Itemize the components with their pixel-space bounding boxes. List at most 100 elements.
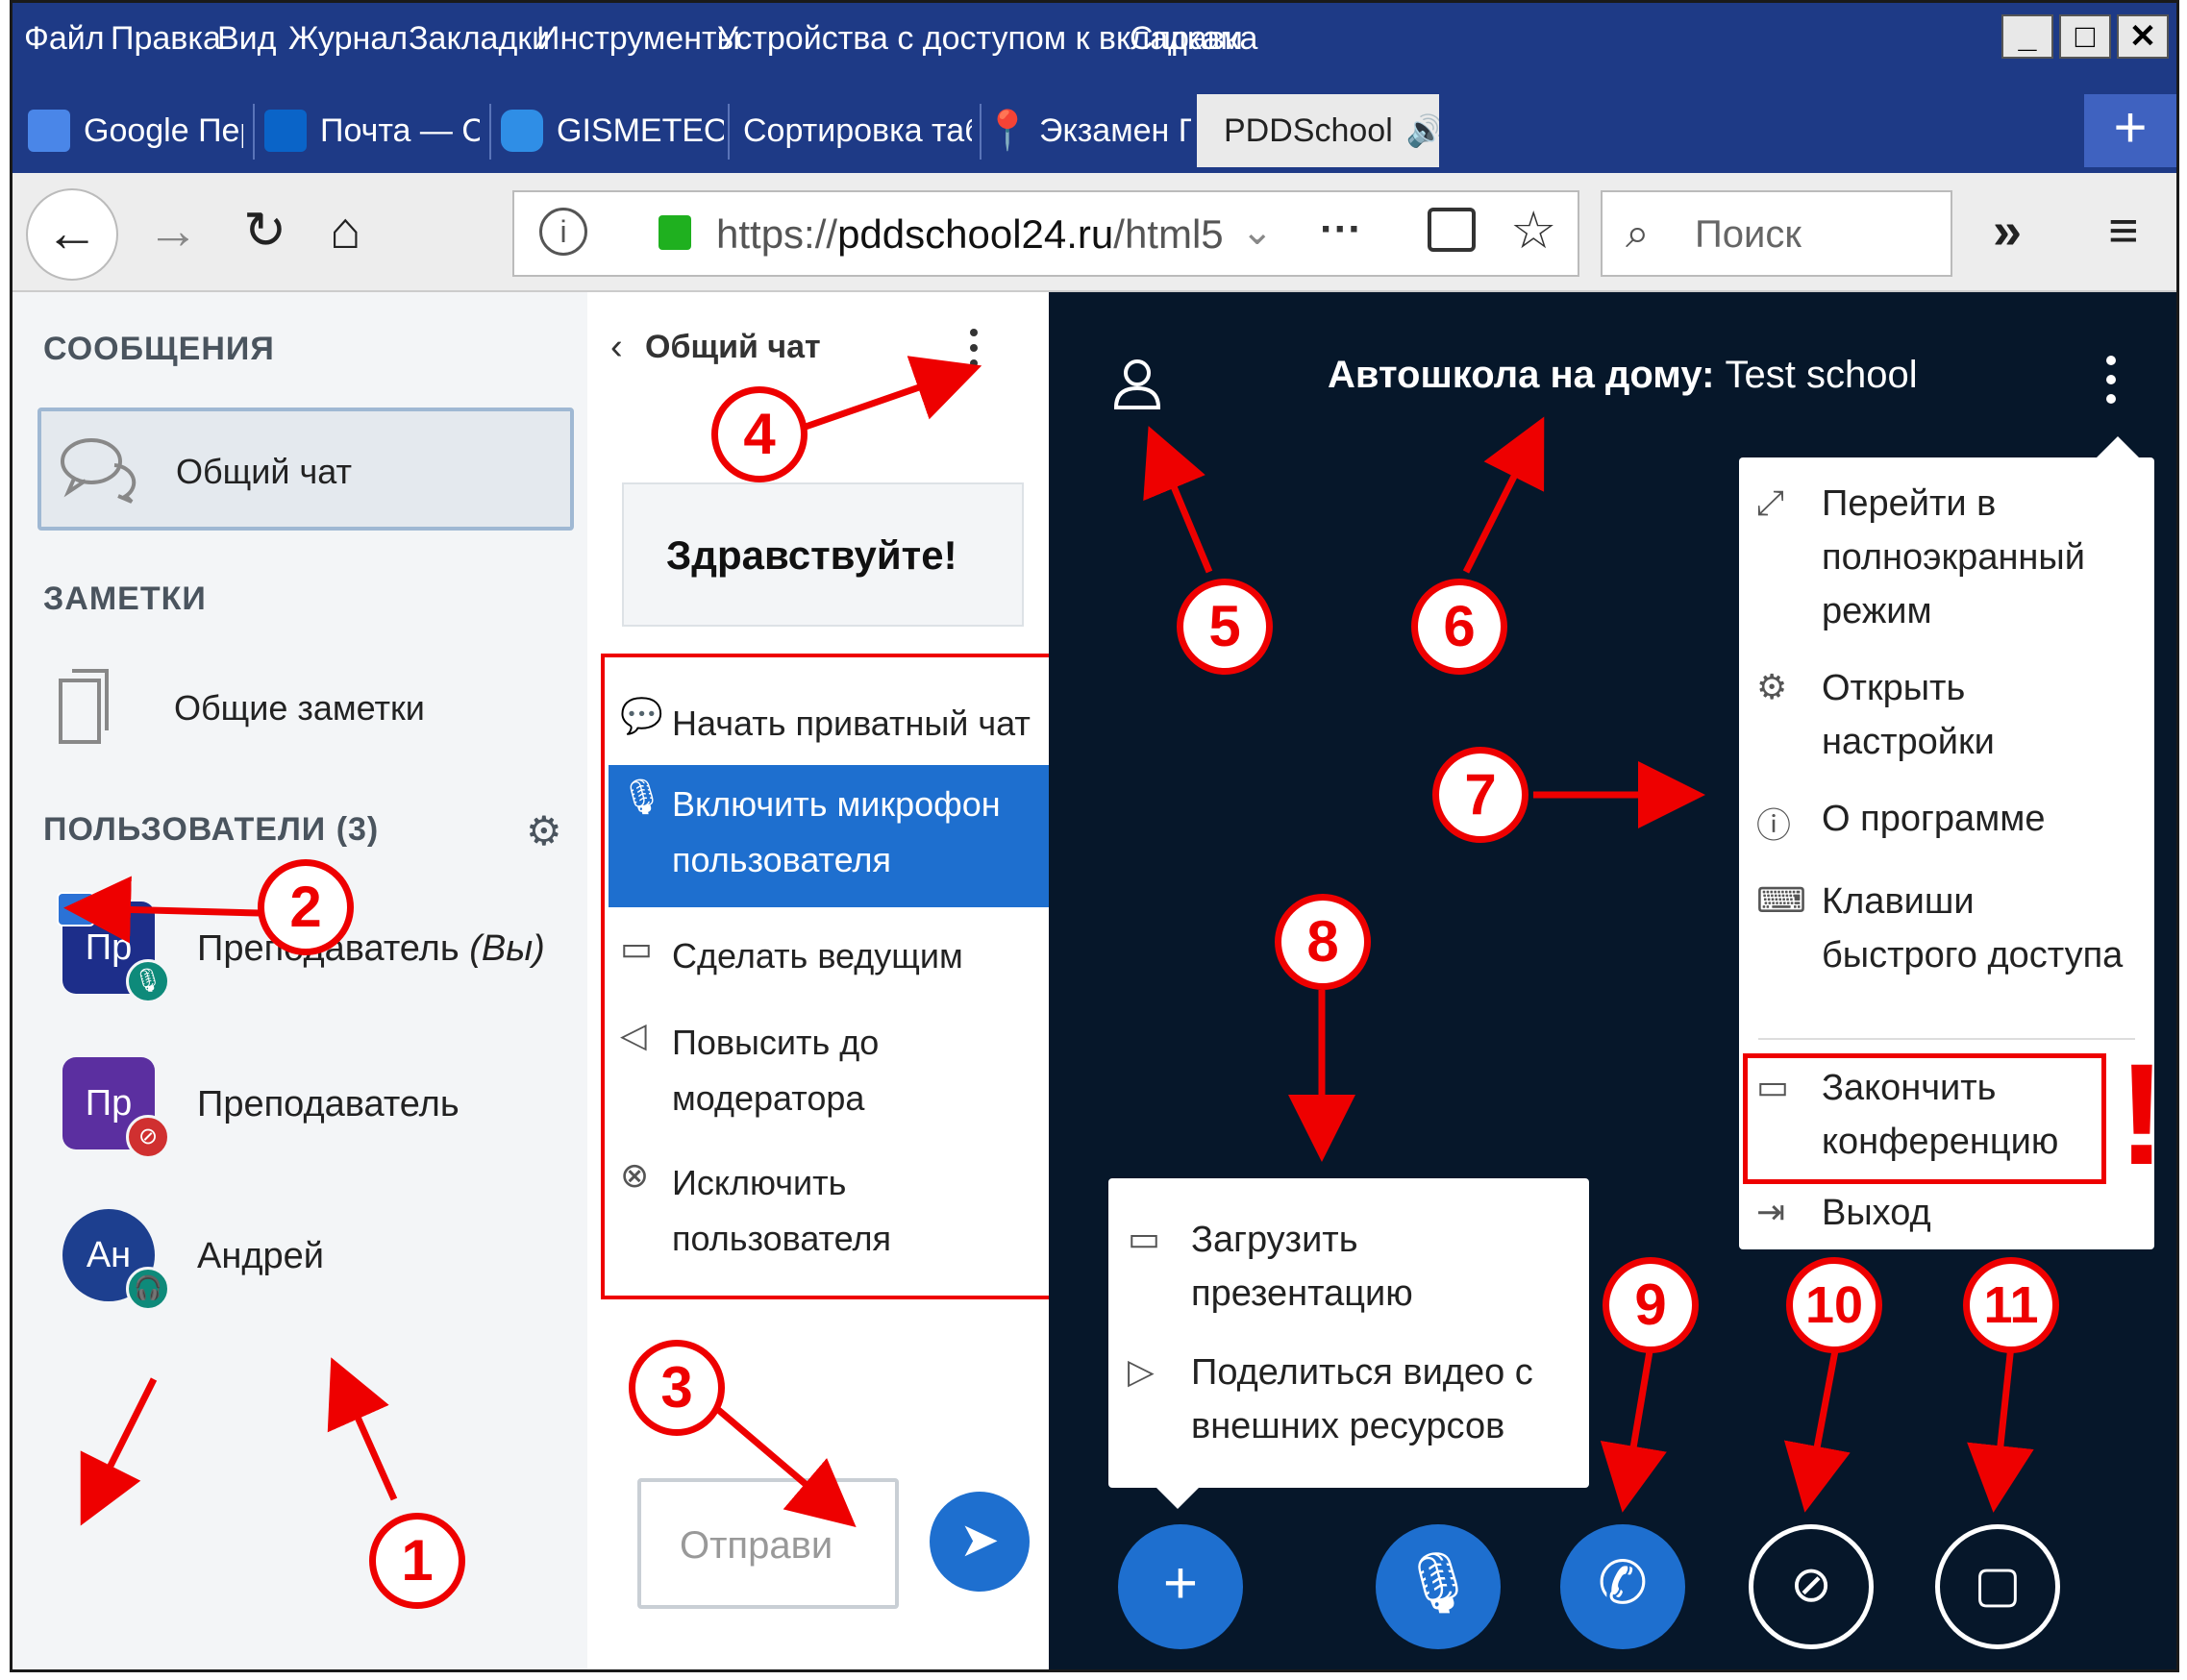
annotation-11: 11 [1963, 1257, 2059, 1353]
tab-mail[interactable]: Почта — Снет [264, 94, 480, 167]
warning-exclamation: ! [2118, 1033, 2166, 1195]
promote-moderator-item[interactable]: ◁ Повысить до модератора [609, 1015, 1068, 1126]
phone-icon: ✆ [1598, 1550, 1648, 1617]
fullscreen-icon: ⤢ [1756, 482, 1784, 522]
chat-options-kebab-icon[interactable] [970, 329, 980, 367]
annotation-6: 6 [1411, 579, 1507, 675]
tab-bar: Google Перево Почта — Снет GISMETEO: По … [12, 85, 2176, 173]
tab-exam[interactable]: 📍 Экзамен ГИБД [983, 94, 1191, 167]
menu-bar: Файл Правка Вид Журнал Закладки Инструме… [12, 3, 2176, 85]
menu-file[interactable]: Файл [24, 20, 105, 58]
back-button[interactable]: ← [26, 188, 118, 281]
menu-bookmarks[interactable]: Закладки [409, 20, 550, 58]
presentation-icon: ▭ [1128, 1219, 1161, 1258]
messages-header: СООБЩЕНИЯ [43, 331, 275, 367]
tab-pddschool[interactable]: PDDSchool 🔊 ✕ [1197, 94, 1439, 167]
send-button[interactable]: ➤ [930, 1492, 1030, 1592]
chevron-left-icon[interactable]: ‹ [610, 327, 623, 368]
close-window-button[interactable]: ✕ [2117, 14, 2169, 59]
actions-plus-button[interactable]: + [1118, 1524, 1243, 1649]
settings-icon: ⚙ [1756, 667, 1788, 706]
home-button[interactable]: ⌂ [330, 202, 361, 259]
chat-icon [61, 438, 137, 504]
microphone-icon: 🎙 [126, 959, 170, 1003]
megaphone-icon: ◁ [620, 1015, 647, 1054]
minimize-button[interactable]: _ [2001, 14, 2053, 59]
end-meeting-highlight [1743, 1053, 2106, 1184]
lock-icon [659, 215, 691, 250]
maximize-button[interactable]: □ [2059, 14, 2111, 59]
pocket-icon[interactable] [1428, 208, 1476, 252]
menu-edit[interactable]: Правка [111, 20, 221, 58]
menu-tools[interactable]: Инструменты [536, 20, 740, 58]
menu-help[interactable]: Справка [1130, 20, 1257, 58]
chat-message: Здравствуйте! [622, 482, 1024, 627]
plus-icon: + [1162, 1550, 1199, 1617]
speaker-icon[interactable]: 🔊 [1406, 112, 1439, 149]
open-settings-item[interactable]: ⚙ Открыть настройки [1739, 661, 2154, 777]
user-list-toggle-icon[interactable] [1112, 358, 1162, 409]
upload-presentation-item[interactable]: ▭ Загрузить презентацию [1108, 1213, 1589, 1328]
reload-button[interactable]: ↻ [243, 202, 286, 259]
logout-icon: ⇥ [1756, 1192, 1786, 1231]
info-icon: ⓘ [1756, 805, 1792, 845]
shortcuts-item[interactable]: ⌨ Клавиши быстрого доступа [1739, 875, 2154, 990]
forward-button[interactable]: → [147, 202, 199, 259]
chat-bubble-icon: 💬 [620, 696, 663, 735]
actions-menu: ▭ Загрузить презентацию ▷ Поделиться виде… [1108, 1178, 1589, 1509]
search-input[interactable]: ⌕ Поиск [1601, 190, 1952, 277]
annotation-1: 1 [369, 1513, 465, 1609]
chevron-down-icon[interactable]: ⌄ [1241, 210, 1274, 254]
public-chat-item[interactable]: Общий чат [37, 408, 574, 531]
star-icon[interactable]: ☆ [1510, 200, 1556, 260]
menu-view[interactable]: Вид [217, 20, 277, 58]
user-item-andrey[interactable]: Ан 🎧 Андрей [62, 1209, 582, 1311]
new-tab-button[interactable]: + [2084, 94, 2176, 167]
url-text: https://pddschool24.ru/html5 [716, 211, 1224, 257]
headset-icon: 🎧 [126, 1267, 170, 1311]
annotation-4: 4 [711, 386, 808, 482]
microphone-button[interactable]: 🎙 [1376, 1524, 1501, 1649]
menu-divider [1758, 1038, 2135, 1040]
chat-title[interactable]: Общий чат [645, 329, 821, 366]
keyboard-icon: ⌨ [1756, 880, 1806, 920]
user-item-teacher[interactable]: Пр ⊘ Преподаватель [62, 1057, 582, 1159]
unmute-user-item[interactable]: 🎙 Включить микрофон пользователя [609, 765, 1068, 907]
phone-button[interactable]: ✆ [1560, 1524, 1685, 1649]
share-external-video-item[interactable]: ▷ Поделиться видео с внешних ресурсов [1108, 1346, 1589, 1461]
overflow-icon[interactable]: » [1993, 202, 2022, 259]
video-icon: ▷ [1128, 1351, 1155, 1391]
meeting-area: Автошкола на дому: Test school ⤢ Перейти… [1049, 292, 2176, 1669]
user-list-panel: СООБЩЕНИЯ Общий чат ЗАМЕТКИ Общие заметк… [12, 292, 587, 1669]
tab-sorting[interactable]: Сортировка табли [743, 94, 972, 167]
gismeteo-icon [501, 110, 543, 152]
tab-gismeteo[interactable]: GISMETEO: По [501, 94, 724, 167]
logout-item[interactable]: ⇥ Выход [1739, 1186, 2154, 1244]
notes-header: ЗАМЕТКИ [43, 581, 207, 617]
microphone-off-icon: ⊘ [126, 1115, 170, 1159]
more-dots-icon[interactable]: ··· [1320, 206, 1362, 254]
about-item[interactable]: ⓘ О программе [1739, 792, 2154, 850]
message-input[interactable]: Отправи [637, 1478, 899, 1609]
start-private-chat-item[interactable]: 💬 Начать приватный чат [609, 696, 1068, 752]
options-kebab-icon[interactable] [2106, 356, 2120, 413]
info-icon[interactable]: i [539, 208, 587, 256]
gear-icon[interactable]: ⚙ [526, 807, 562, 854]
make-presenter-item[interactable]: ▭ Сделать ведущим [609, 928, 1068, 984]
screen-share-button[interactable]: ▢ [1935, 1524, 2060, 1649]
annotation-10: 10 [1786, 1257, 1882, 1353]
screen-share-off-icon: ▢ [1974, 1557, 2022, 1613]
menu-history[interactable]: Журнал [288, 20, 408, 58]
fullscreen-item[interactable]: ⤢ Перейти в полноэкранный режим [1739, 477, 2154, 650]
remove-icon: ⊗ [620, 1155, 650, 1195]
url-bar[interactable]: i https://pddschool24.ru/html5 ⌄ ··· ☆ [512, 190, 1579, 277]
pin-icon: 📍 [983, 110, 1031, 152]
camera-button[interactable]: ⊘ [1749, 1524, 1874, 1649]
annotation-3: 3 [629, 1340, 725, 1436]
remove-user-item[interactable]: ⊗ Исключить пользователя [609, 1155, 1068, 1267]
annotation-7: 7 [1432, 747, 1528, 843]
tab-google-translate[interactable]: Google Перево [28, 94, 243, 167]
nav-bar: ← → ↻ ⌂ i https://pddschool24.ru/html5 ⌄… [12, 173, 2176, 292]
hamburger-menu-icon[interactable]: ≡ [2108, 202, 2139, 259]
google-translate-icon [28, 110, 70, 152]
